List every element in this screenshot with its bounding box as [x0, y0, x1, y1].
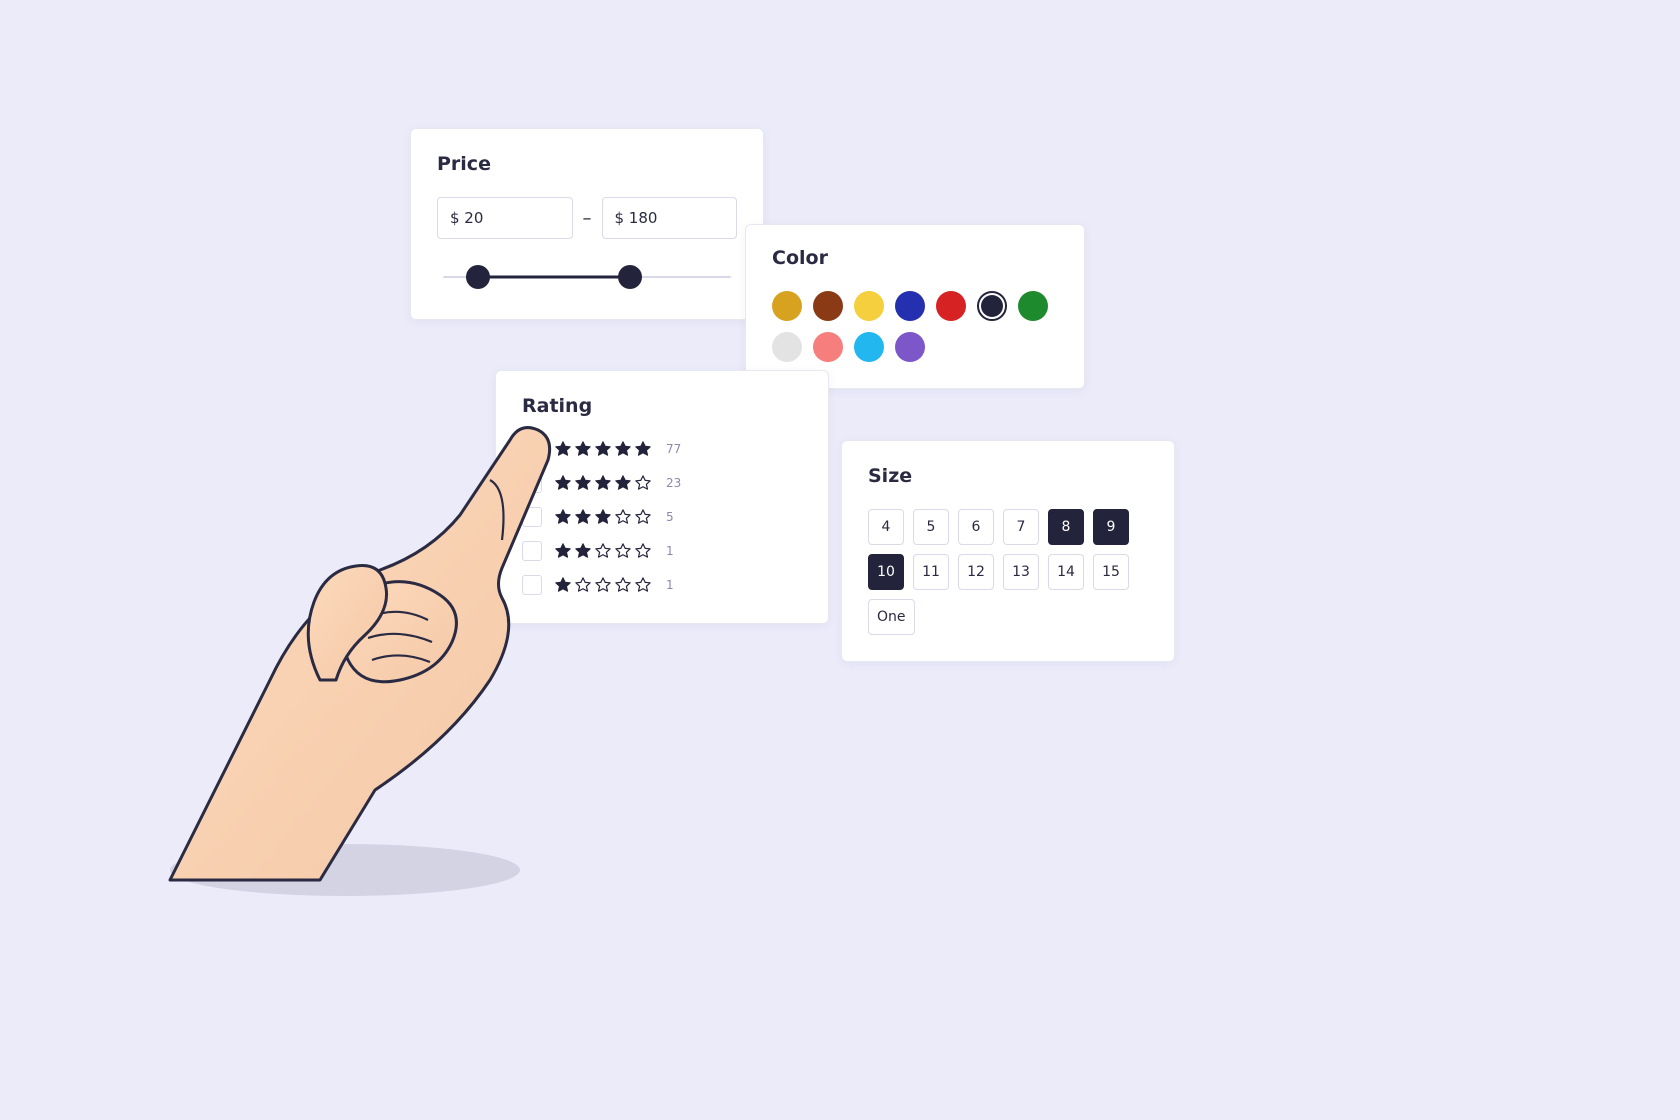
star-icons: [554, 508, 652, 526]
rating-count: 1: [666, 578, 674, 592]
star-icons: [554, 474, 652, 492]
rating-title: Rating: [522, 395, 802, 417]
slider-track-filled: [478, 276, 631, 279]
size-option[interactable]: 8: [1048, 509, 1084, 545]
size-option[interactable]: 12: [958, 554, 994, 590]
size-option[interactable]: 9: [1093, 509, 1129, 545]
size-option[interactable]: 5: [913, 509, 949, 545]
rating-row[interactable]: 77: [522, 439, 802, 459]
size-option[interactable]: 4: [868, 509, 904, 545]
size-option[interactable]: One: [868, 599, 915, 635]
color-swatch[interactable]: [772, 291, 802, 321]
price-max-input[interactable]: $ 180: [602, 197, 738, 239]
size-option[interactable]: 10: [868, 554, 904, 590]
color-swatch[interactable]: [772, 332, 802, 362]
star-icons: [554, 542, 652, 560]
rating-row[interactable]: 1: [522, 541, 802, 561]
rating-checkbox[interactable]: [522, 439, 542, 459]
rating-row[interactable]: 23: [522, 473, 802, 493]
rating-checkbox[interactable]: [522, 507, 542, 527]
rating-checkbox[interactable]: [522, 541, 542, 561]
color-swatch[interactable]: [895, 291, 925, 321]
price-range-slider[interactable]: [443, 265, 731, 289]
color-title: Color: [772, 247, 1058, 269]
color-swatch[interactable]: [813, 291, 843, 321]
size-option[interactable]: 14: [1048, 554, 1084, 590]
price-min-value: $ 20: [450, 209, 483, 227]
size-option[interactable]: 13: [1003, 554, 1039, 590]
star-icons: [554, 576, 652, 594]
price-title: Price: [437, 153, 737, 175]
slider-handle-min[interactable]: [466, 265, 490, 289]
size-option[interactable]: 11: [913, 554, 949, 590]
color-swatch[interactable]: [895, 332, 925, 362]
price-max-value: $ 180: [615, 209, 658, 227]
rating-row[interactable]: 5: [522, 507, 802, 527]
star-icons: [554, 440, 652, 458]
price-min-input[interactable]: $ 20: [437, 197, 573, 239]
price-filter-card: Price $ 20 – $ 180: [410, 128, 764, 320]
rating-filter-card: Rating 77 23 5 1 1: [495, 370, 829, 624]
price-range-separator: –: [583, 208, 592, 229]
size-option[interactable]: 15: [1093, 554, 1129, 590]
slider-handle-max[interactable]: [618, 265, 642, 289]
rating-count: 77: [666, 442, 681, 456]
size-option[interactable]: 6: [958, 509, 994, 545]
rating-count: 1: [666, 544, 674, 558]
color-swatch[interactable]: [977, 291, 1007, 321]
color-swatch[interactable]: [854, 332, 884, 362]
color-swatch[interactable]: [936, 291, 966, 321]
rating-checkbox[interactable]: [522, 473, 542, 493]
color-filter-card: Color: [745, 224, 1085, 389]
rating-count: 5: [666, 510, 674, 524]
size-option[interactable]: 7: [1003, 509, 1039, 545]
rating-checkbox[interactable]: [522, 575, 542, 595]
color-swatch[interactable]: [1018, 291, 1048, 321]
rating-count: 23: [666, 476, 681, 490]
color-swatch[interactable]: [813, 332, 843, 362]
size-title: Size: [868, 465, 1148, 487]
color-swatch[interactable]: [854, 291, 884, 321]
size-filter-card: Size 456789 101112131415 One: [841, 440, 1175, 662]
rating-row[interactable]: 1: [522, 575, 802, 595]
